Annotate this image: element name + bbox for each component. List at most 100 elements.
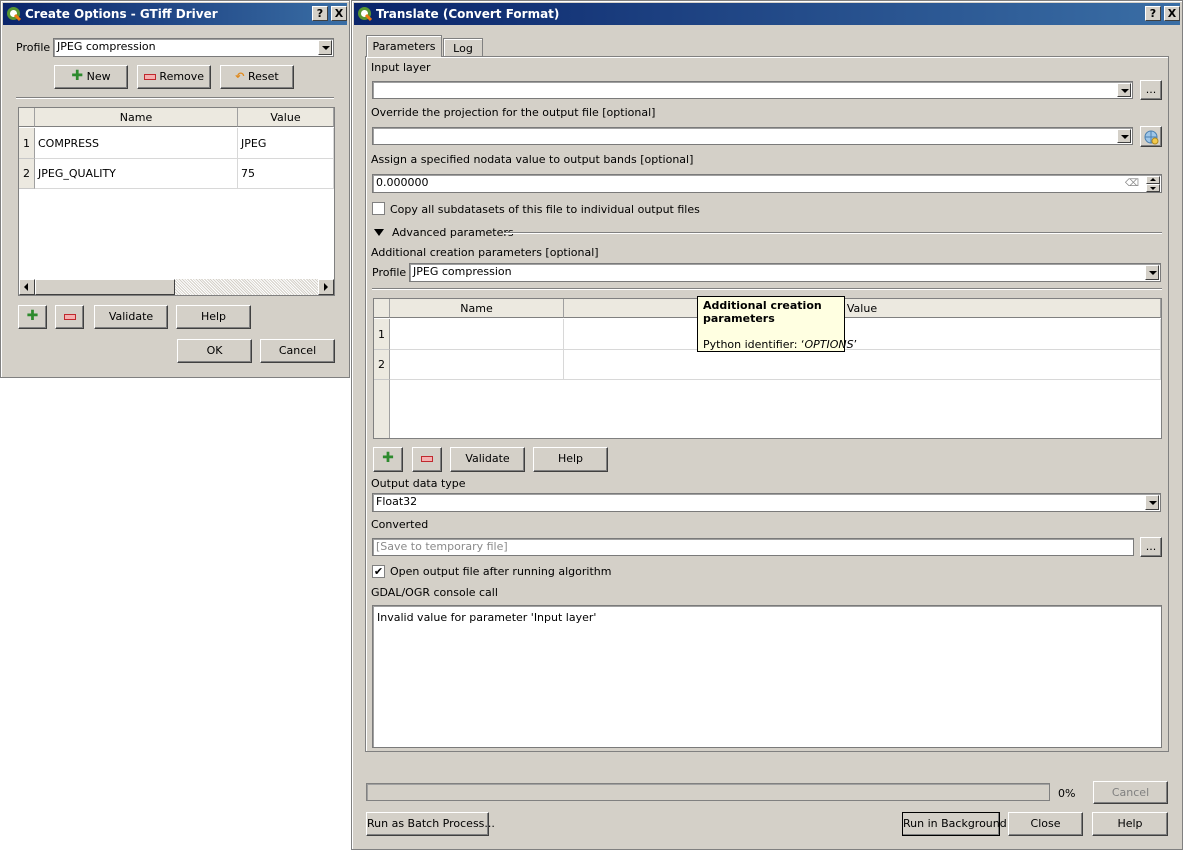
table-header-name[interactable]: Name bbox=[390, 299, 564, 318]
table-corner bbox=[374, 299, 390, 318]
remove-option-button[interactable] bbox=[55, 305, 84, 329]
console-label: GDAL/OGR console call bbox=[371, 586, 498, 599]
remove-button-label: Remove bbox=[159, 70, 205, 83]
tab-log-label: Log bbox=[453, 42, 473, 55]
profile-select[interactable]: JPEG compression bbox=[53, 38, 334, 57]
table-cell-value[interactable] bbox=[564, 350, 1161, 380]
table-cell-value[interactable]: JPEG bbox=[238, 128, 334, 159]
table-cell-name[interactable] bbox=[390, 319, 564, 350]
output-type-select[interactable]: Float32 bbox=[372, 493, 1161, 512]
table-header-name[interactable]: Name bbox=[35, 108, 238, 127]
options-table[interactable]: Name Value 1 COMPRESS JPEG 2 JPEG_QUALIT… bbox=[18, 107, 335, 296]
table-cell-name[interactable]: COMPRESS bbox=[35, 128, 238, 159]
create-options-titlebar: Create Options - GTiff Driver ? X bbox=[3, 3, 347, 25]
arrow-up-icon bbox=[1150, 178, 1156, 181]
remove-option-button[interactable] bbox=[412, 447, 442, 472]
table-row-number[interactable]: 2 bbox=[19, 159, 35, 189]
table-cell-value[interactable]: 75 bbox=[238, 159, 334, 189]
progress-cancel-button[interactable]: Cancel bbox=[1093, 781, 1168, 804]
table-cell-value[interactable] bbox=[564, 319, 1161, 350]
table-cell-name[interactable]: JPEG_QUALITY bbox=[35, 159, 238, 189]
copy-subdatasets-label[interactable]: Copy all subdatasets of this file to ind… bbox=[390, 203, 700, 216]
chevron-down-icon bbox=[1145, 495, 1159, 510]
create-options-title: Create Options - GTiff Driver bbox=[25, 7, 218, 21]
copy-subdatasets-checkbox[interactable] bbox=[372, 202, 385, 215]
cancel-button[interactable]: Cancel bbox=[260, 339, 335, 363]
table-row-number[interactable]: 1 bbox=[19, 128, 35, 159]
profile-select-value: JPEG compression bbox=[413, 265, 512, 278]
output-type-value: Float32 bbox=[376, 495, 418, 508]
help-title-button[interactable]: ? bbox=[1145, 6, 1161, 21]
remove-button[interactable]: Remove bbox=[137, 65, 211, 89]
converted-output-field[interactable]: [Save to temporary file] bbox=[372, 538, 1134, 556]
run-batch-button[interactable]: Run as Batch Process... bbox=[366, 812, 495, 836]
table-header-value[interactable]: Value bbox=[564, 299, 1161, 318]
reset-button[interactable]: ↶ Reset bbox=[220, 65, 294, 89]
tooltip-title: Additional creation parameters bbox=[703, 299, 822, 325]
qgis-logo-icon bbox=[358, 7, 373, 22]
open-output-label[interactable]: Open output file after running algorithm bbox=[390, 565, 611, 578]
new-button[interactable]: ✚ New bbox=[54, 65, 128, 89]
validate-button[interactable]: Validate bbox=[450, 447, 525, 472]
create-options-window: Create Options - GTiff Driver ? X Profil… bbox=[0, 0, 350, 378]
globe-icon bbox=[1144, 130, 1159, 145]
validate-button[interactable]: Validate bbox=[94, 305, 168, 329]
clear-icon[interactable]: ⌫ bbox=[1125, 176, 1139, 192]
tooltip-python-prefix: Python identifier: ‘ bbox=[703, 338, 805, 351]
projection-selector-button[interactable] bbox=[1140, 126, 1162, 147]
input-layer-browse-button[interactable]: ... bbox=[1140, 80, 1162, 100]
spin-down-button[interactable] bbox=[1146, 184, 1160, 192]
qgis-logo-icon bbox=[7, 7, 22, 22]
close-title-button[interactable]: X bbox=[1164, 6, 1180, 21]
nodata-spinbox[interactable]: 0.000000 ⌫ bbox=[372, 174, 1162, 193]
profile-select[interactable]: JPEG compression bbox=[409, 263, 1161, 282]
minus-icon bbox=[63, 314, 76, 320]
tooltip-python-id: OPTIONS bbox=[804, 338, 854, 351]
scroll-thumb[interactable] bbox=[35, 279, 175, 295]
table-corner bbox=[19, 108, 35, 127]
triangle-down-icon bbox=[374, 229, 384, 236]
tab-log[interactable]: Log bbox=[443, 38, 483, 57]
open-output-checkbox[interactable]: ✔ bbox=[372, 565, 385, 578]
tab-parameters[interactable]: Parameters bbox=[366, 35, 442, 57]
close-title-button[interactable]: X bbox=[331, 6, 347, 21]
console-text: Invalid value for parameter 'Input layer… bbox=[377, 611, 597, 624]
table-row-number[interactable]: 1 bbox=[374, 319, 390, 350]
table-cell-name[interactable] bbox=[390, 350, 564, 380]
input-layer-label: Input layer bbox=[371, 61, 431, 74]
chevron-down-icon bbox=[1117, 129, 1131, 143]
translate-titlebar: Translate (Convert Format) ? X bbox=[354, 3, 1180, 25]
converted-browse-button[interactable]: ... bbox=[1140, 537, 1162, 557]
help-title-button[interactable]: ? bbox=[312, 6, 328, 21]
progress-bar bbox=[366, 783, 1050, 801]
ok-button[interactable]: OK bbox=[177, 339, 252, 363]
advanced-parameters-toggle[interactable]: Advanced parameters bbox=[374, 226, 524, 240]
spin-up-button[interactable] bbox=[1146, 176, 1160, 184]
projection-label: Override the projection for the output f… bbox=[371, 106, 656, 119]
add-option-button[interactable]: ✚ bbox=[18, 305, 47, 329]
scroll-left-button[interactable] bbox=[19, 279, 35, 295]
projection-select[interactable] bbox=[372, 127, 1133, 145]
arrow-down-icon bbox=[1150, 187, 1156, 190]
separator bbox=[504, 232, 1162, 234]
run-background-button[interactable]: Run in Background bbox=[902, 812, 1007, 836]
profile-label: Profile bbox=[16, 41, 51, 54]
table-header-value[interactable]: Value bbox=[238, 108, 334, 127]
new-button-label: New bbox=[86, 70, 111, 83]
close-button[interactable]: Close bbox=[1008, 812, 1083, 836]
scroll-right-button[interactable] bbox=[318, 279, 334, 295]
minus-icon bbox=[143, 74, 156, 80]
advanced-parameters-label: Advanced parameters bbox=[392, 226, 514, 239]
separator bbox=[16, 97, 334, 99]
help-button[interactable]: Help bbox=[533, 447, 608, 472]
console-textarea[interactable]: Invalid value for parameter 'Input layer… bbox=[372, 605, 1162, 748]
plus-icon: ✚ bbox=[26, 308, 39, 324]
profile-label: Profile bbox=[372, 266, 407, 279]
table-row-number[interactable]: 2 bbox=[374, 350, 390, 380]
add-option-button[interactable]: ✚ bbox=[373, 447, 403, 472]
input-layer-select[interactable] bbox=[372, 81, 1133, 99]
arrow-left-icon bbox=[24, 283, 28, 291]
help-button[interactable]: Help bbox=[176, 305, 251, 329]
help-bottom-button[interactable]: Help bbox=[1092, 812, 1168, 836]
horizontal-scrollbar[interactable] bbox=[19, 279, 334, 295]
